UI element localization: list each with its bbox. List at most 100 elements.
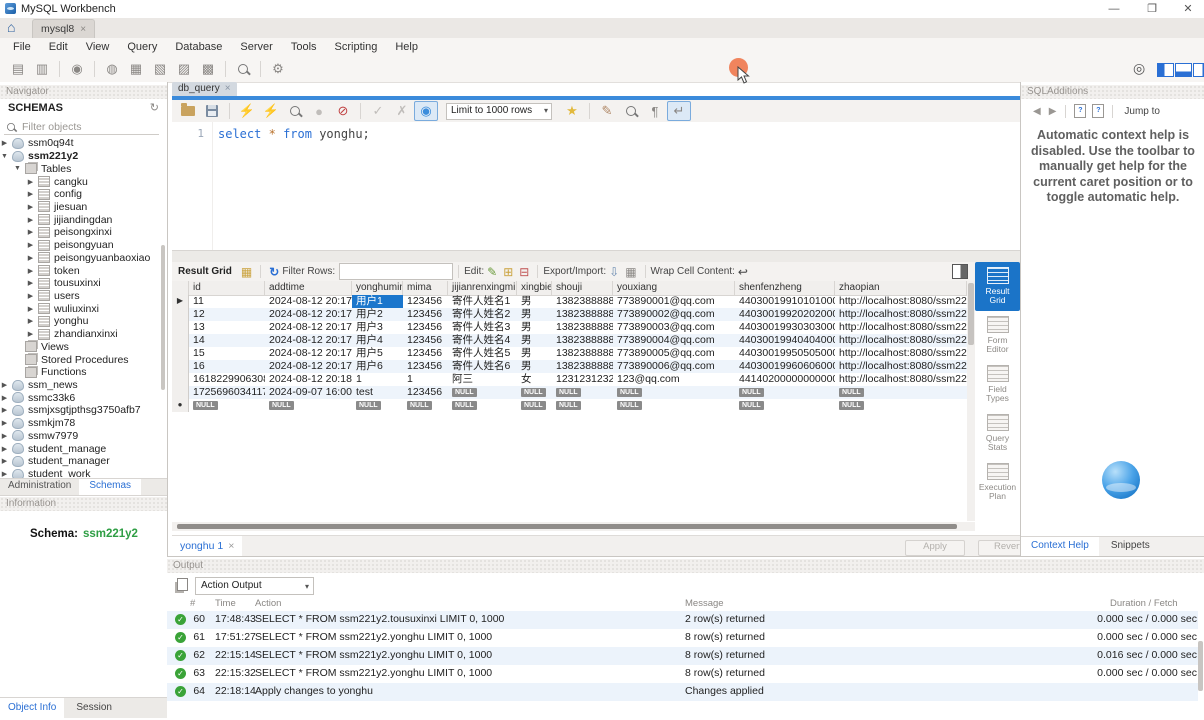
table-row[interactable]: 142024-08-12 20:17:06用户4123456寄件人姓名4男138…	[172, 334, 967, 347]
output-scrollbar[interactable]	[1198, 641, 1203, 691]
table-row[interactable]: 162024-08-12 20:17:06用户6123456寄件人姓名6男138…	[172, 360, 967, 373]
table-row[interactable]: 132024-08-12 20:17:06用户3123456寄件人姓名3男138…	[172, 321, 967, 334]
grid-cell[interactable]: 2024-08-12 20:18:26	[265, 373, 352, 386]
grid-cell[interactable]: 123@qq.com	[613, 373, 735, 386]
tree-item-student-manage[interactable]: ▶ student_manage	[0, 442, 160, 455]
grid-cell[interactable]: 15	[189, 347, 265, 360]
rollback-icon[interactable]: ✗	[390, 102, 414, 120]
tab-schemas[interactable]: Schemas	[79, 479, 142, 495]
chevron-collapsed-icon[interactable]: ▶	[0, 419, 9, 427]
grid-cell[interactable]: 男	[517, 308, 552, 321]
grid-cell[interactable]: 男	[517, 347, 552, 360]
grid-cell[interactable]: 123456	[403, 360, 448, 373]
inspector-icon[interactable]: ◉	[65, 59, 89, 79]
grid-cell[interactable]: NULL	[403, 399, 448, 412]
grid-cell[interactable]: http://localhost:8080/ssm221y2/uploa	[835, 373, 967, 386]
grid-cell[interactable]: 2024-08-12 20:17:06	[265, 321, 352, 334]
grid-cell[interactable]: http://localhost:8080/ssm221y2/uploa	[835, 308, 967, 321]
grid-cell[interactable]: 1618229906308	[189, 373, 265, 386]
chevron-collapsed-icon[interactable]: ▶	[26, 330, 35, 338]
tab-db-query[interactable]: db_query ×	[172, 82, 237, 96]
invisibles-icon[interactable]: ¶	[643, 102, 667, 120]
connection-tab-mysql8[interactable]: mysql8 ×	[32, 19, 96, 39]
chevron-collapsed-icon[interactable]: ▶	[26, 190, 35, 198]
grid-cell[interactable]: http://localhost:8080/ssm221y2/uploa	[835, 321, 967, 334]
grid-cell[interactable]: http://localhost:8080/ssm221y2/uploa	[835, 360, 967, 373]
tree-item-jijiandingdan[interactable]: ▶ jijiandingdan	[0, 213, 160, 226]
new-function-icon[interactable]: ▩	[196, 59, 220, 79]
connection-tab-close-icon[interactable]: ×	[80, 24, 86, 35]
grid-cell[interactable]: NULL	[448, 386, 517, 399]
output-row[interactable]: ✓ 63 22:15:32 SELECT * FROM ssm221y2.yonghu…	[167, 665, 1198, 683]
grid-cell[interactable]: 1	[403, 373, 448, 386]
grid-cell[interactable]: 773890002@qq.com	[613, 308, 735, 321]
tree-item-stored-procedures[interactable]: Stored Procedures	[0, 353, 160, 366]
strip-form-editor[interactable]: Form Editor	[975, 311, 1020, 360]
grid-cell[interactable]: 773890001@qq.com	[613, 295, 735, 308]
chevron-collapsed-icon[interactable]: ▶	[26, 203, 35, 211]
tree-item-peisongyuan[interactable]: ▶ peisongyuan	[0, 239, 160, 252]
tree-item-peisongxinxi[interactable]: ▶ peisongxinxi	[0, 226, 160, 239]
chevron-collapsed-icon[interactable]: ▶	[0, 394, 9, 402]
tab-session[interactable]: Session	[64, 698, 124, 718]
wrap-cell-content-icon[interactable]: ↩	[738, 265, 748, 279]
grid-cell[interactable]: NULL	[189, 399, 265, 412]
delete-row-icon[interactable]: ⊟	[519, 265, 529, 279]
tree-item-ssmkjm78[interactable]: ▶ ssmkjm78	[0, 417, 160, 430]
sql-editor[interactable]: 1 select * from yonghu;	[172, 122, 1020, 250]
grid-cell[interactable]: 用户4	[352, 334, 403, 347]
menu-tools[interactable]: Tools	[282, 38, 326, 56]
grid-cell[interactable]: NULL	[735, 399, 835, 412]
new-view-icon[interactable]: ▧	[148, 59, 172, 79]
grid-cell[interactable]: 14	[189, 334, 265, 347]
grid-cell[interactable]: 773890004@qq.com	[613, 334, 735, 347]
grid-cell[interactable]: test	[352, 386, 403, 399]
tab-object-info[interactable]: Object Info	[0, 698, 65, 718]
grid-icon[interactable]: ▦	[241, 265, 252, 279]
tree-item-tables[interactable]: ▼ Tables	[0, 162, 160, 175]
grid-cell[interactable]: 寄件人姓名3	[448, 321, 517, 334]
column-header-jijianrenxingming[interactable]: jijianrenxingming	[448, 281, 517, 295]
grid-cell[interactable]: NULL	[517, 386, 552, 399]
grid-cell[interactable]: 2024-08-12 20:17:06	[265, 308, 352, 321]
grid-cell[interactable]: 13823888884	[552, 334, 613, 347]
table-row[interactable]: ▶112024-08-12 20:17:06用户1123456寄件人姓名1男13…	[172, 295, 967, 308]
chevron-collapsed-icon[interactable]: ▶	[26, 305, 35, 313]
toggle-preview-panel-icon[interactable]	[952, 264, 968, 279]
grid-cell[interactable]: 男	[517, 295, 552, 308]
grid-cell[interactable]: 123456	[403, 321, 448, 334]
grid-cell[interactable]: 440300199101010001	[735, 295, 835, 308]
chevron-collapsed-icon[interactable]: ▶	[26, 216, 35, 224]
tree-item-yonghu[interactable]: ▶ yonghu	[0, 315, 160, 328]
output-row[interactable]: ✓ 61 17:51:27 SELECT * FROM ssm221y2.yonghu…	[167, 629, 1198, 647]
open-file-icon[interactable]	[176, 102, 200, 120]
tree-item-jiesuan[interactable]: ▶ jiesuan	[0, 201, 160, 214]
grid-cell[interactable]: 1	[352, 373, 403, 386]
menu-query[interactable]: Query	[118, 38, 166, 56]
commit-icon[interactable]: ✓	[366, 102, 390, 120]
execute-icon[interactable]: ⚡	[235, 102, 259, 120]
grid-cell[interactable]: 寄件人姓名6	[448, 360, 517, 373]
new-procedure-icon[interactable]: ▨	[172, 59, 196, 79]
limit-rows-dropdown[interactable]: Limit to 1000 rows ▾	[446, 102, 552, 120]
new-query-tab-icon[interactable]: ▤	[6, 59, 30, 79]
save-snippet-icon[interactable]: ★	[560, 102, 584, 120]
column-header-mima[interactable]: mima	[403, 281, 448, 295]
grid-cell[interactable]: 寄件人姓名5	[448, 347, 517, 360]
grid-cell[interactable]: 440300199606060006	[735, 360, 835, 373]
tree-item-config[interactable]: ▶ config	[0, 188, 160, 201]
tab-yonghu-1[interactable]: yonghu 1 ×	[172, 536, 243, 557]
tab-snippets[interactable]: Snippets	[1099, 537, 1162, 556]
tree-item-ssmc33k6[interactable]: ▶ ssmc33k6	[0, 391, 160, 404]
grid-cell[interactable]: 2024-08-12 20:17:06	[265, 295, 352, 308]
autocommit-icon[interactable]: ◉	[414, 101, 438, 121]
output-row[interactable]: ✓ 64 22:18:14 Apply changes to yonghu Change…	[167, 683, 1198, 701]
chevron-collapsed-icon[interactable]: ▶	[26, 317, 35, 325]
chevron-collapsed-icon[interactable]: ▶	[0, 470, 9, 478]
grid-cell[interactable]: 12	[189, 308, 265, 321]
column-header-youxiang[interactable]: youxiang	[613, 281, 735, 295]
context-help-forward-icon[interactable]: ▶	[1049, 106, 1057, 117]
toggle-output-panel-icon[interactable]	[1175, 63, 1192, 77]
chevron-collapsed-icon[interactable]: ▶	[0, 406, 9, 414]
chevron-collapsed-icon[interactable]: ▶	[26, 292, 35, 300]
